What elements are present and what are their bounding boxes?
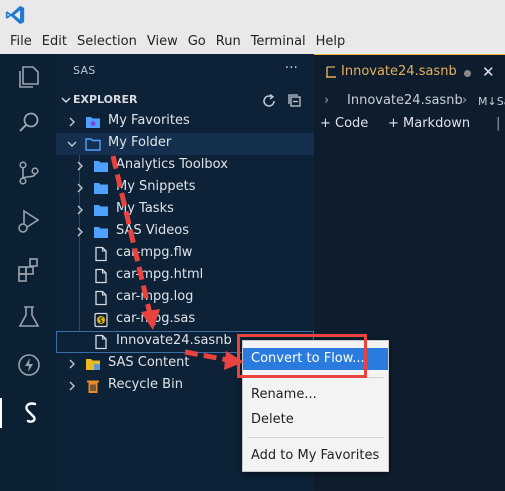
menu-item-label: Delete <box>251 412 294 427</box>
chevron-down-icon <box>67 141 77 147</box>
source-control-icon[interactable] <box>14 158 44 188</box>
chevron-right-icon <box>69 381 75 391</box>
tree-item-label: Innovate24.sasnb <box>116 333 232 348</box>
tree-item-label: My Snippets <box>116 179 196 194</box>
tree-item-label: car-mpg.sas <box>116 311 196 326</box>
chevron-down-icon <box>61 97 71 103</box>
menu-item-add-to-favorites[interactable]: Add to My Favorites <box>243 445 388 467</box>
tree-item-my-snippets[interactable]: My Snippets <box>56 177 314 199</box>
menu-terminal[interactable]: Terminal <box>246 34 311 49</box>
menu-run[interactable]: Run <box>211 34 246 49</box>
tree-item-my-favorites[interactable]: My Favorites <box>56 111 314 133</box>
folder-icon <box>94 227 108 238</box>
chevron-right-icon <box>69 359 75 369</box>
tree-item-car-mpg-html[interactable]: car-mpg.html <box>56 265 314 287</box>
toolbar-divider: | <box>496 116 501 131</box>
tree-item-my-folder[interactable]: My Folder <box>56 133 314 155</box>
add-markdown-button[interactable]: + Markdown <box>388 116 470 131</box>
notebook-icon <box>326 66 336 78</box>
search-icon[interactable] <box>14 108 44 138</box>
tree-item-label: car-mpg.log <box>116 289 194 304</box>
tab-innovate24[interactable]: Innovate24.sasnb ✕ <box>314 54 505 91</box>
vscode-logo-icon <box>5 5 25 25</box>
menu-item-label: Rename... <box>251 387 317 402</box>
breadcrumb-file[interactable]: Innovate24.sasnb <box>347 93 463 108</box>
tree-item-analytics-toolbox[interactable]: Analytics Toolbox <box>56 155 314 177</box>
folder-icon <box>94 161 108 172</box>
tab-bar: Innovate24.sasnb ✕ <box>314 54 505 91</box>
tree-item-label: My Tasks <box>116 201 174 216</box>
sas-content-icon <box>86 359 100 370</box>
explorer-label: EXPLORER <box>73 93 138 106</box>
folder-icon <box>85 138 101 151</box>
sas-file-icon <box>94 312 108 328</box>
file-icon <box>95 334 107 350</box>
menu-view[interactable]: View <box>142 34 183 49</box>
explorer-header[interactable]: EXPLORER <box>56 90 314 112</box>
menu-edit[interactable]: Edit <box>37 34 72 49</box>
menu-go[interactable]: Go <box>183 34 211 49</box>
tab-label: Innovate24.sasnb <box>341 64 457 79</box>
collapse-all-icon[interactable] <box>286 92 304 110</box>
menu-help[interactable]: Help <box>311 34 351 49</box>
tree-item-label: car-mpg.html <box>116 267 204 282</box>
tree-item-label: My Favorites <box>108 113 190 128</box>
breadcrumb-markdown[interactable]: M↓Sa <box>478 95 505 108</box>
tree-item-label: car-mpg.flw <box>116 245 193 260</box>
tree-item-car-mpg-log[interactable]: car-mpg.log <box>56 287 314 309</box>
folder-icon <box>94 205 108 216</box>
tree-item-label: Analytics Toolbox <box>116 157 228 172</box>
run-debug-icon[interactable] <box>14 206 44 236</box>
favorites-folder-icon <box>86 117 100 128</box>
more-actions-icon[interactable]: ··· <box>285 60 298 76</box>
extensions-icon[interactable] <box>14 254 44 284</box>
tree-item-sas-videos[interactable]: SAS Videos <box>56 221 314 243</box>
menu-item-label: Add to My Favorites <box>251 448 380 463</box>
tree-item-car-mpg-flw[interactable]: car-mpg.flw <box>56 243 314 265</box>
menu-item-delete[interactable]: Delete <box>243 409 388 431</box>
explorer-icon[interactable] <box>14 62 44 92</box>
add-code-button[interactable]: + Code <box>320 116 368 131</box>
close-icon[interactable]: ✕ <box>482 63 495 81</box>
refresh-icon[interactable] <box>260 92 278 110</box>
tree-item-label: SAS Content <box>108 355 190 370</box>
unsaved-dot-icon <box>464 70 471 77</box>
tree-item-label: Recycle Bin <box>108 377 183 392</box>
recycle-bin-icon <box>87 380 99 393</box>
testing-icon[interactable] <box>14 302 44 332</box>
breadcrumb: › Innovate24.sasnb › M↓Sa <box>314 90 505 112</box>
tree-item-label: My Folder <box>108 135 172 150</box>
notebook-toolbar: + Code + Markdown | <box>314 112 505 136</box>
activity-bar <box>0 54 56 491</box>
folder-icon <box>94 183 108 194</box>
file-icon <box>95 246 107 262</box>
chevron-right-icon: › <box>324 93 330 108</box>
title-bar <box>0 0 505 29</box>
lightning-icon[interactable] <box>14 350 44 380</box>
menu-separator <box>247 437 384 438</box>
chevron-right-icon: › <box>462 93 468 108</box>
sidebar-title: SAS <box>73 64 96 77</box>
file-icon <box>95 268 107 284</box>
annotation-highlight-box <box>237 334 367 378</box>
sas-icon[interactable] <box>0 398 56 428</box>
menu-selection[interactable]: Selection <box>72 34 142 49</box>
menu-item-rename[interactable]: Rename... <box>243 384 388 406</box>
file-icon <box>95 290 107 306</box>
tree-item-car-mpg-sas[interactable]: car-mpg.sas <box>56 309 314 331</box>
menu-bar: File Edit Selection View Go Run Terminal… <box>0 29 505 54</box>
menu-file[interactable]: File <box>0 34 37 49</box>
chevron-right-icon <box>77 183 83 193</box>
chevron-right-icon <box>77 205 83 215</box>
chevron-right-icon <box>69 117 75 127</box>
tree-item-label: SAS Videos <box>116 223 189 238</box>
chevron-right-icon <box>77 161 83 171</box>
tree-item-my-tasks[interactable]: My Tasks <box>56 199 314 221</box>
chevron-right-icon <box>77 227 83 237</box>
